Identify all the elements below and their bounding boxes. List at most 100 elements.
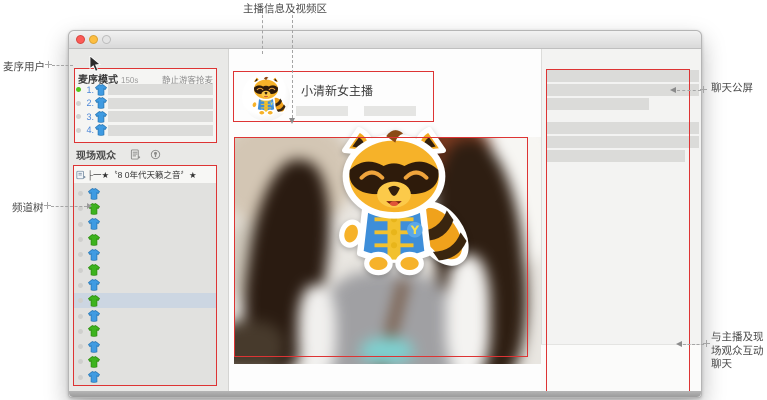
arrow-left-icon xyxy=(676,341,682,347)
channel-user-row[interactable] xyxy=(74,293,216,309)
channel-user-row[interactable] xyxy=(74,370,216,385)
leader-line xyxy=(52,65,73,66)
blue-shirt-user-icon xyxy=(88,187,100,200)
anchor-name: 小清新女主播 xyxy=(301,84,374,98)
status-dot xyxy=(78,221,83,227)
location-icon[interactable] xyxy=(150,149,161,160)
channel-user-row[interactable] xyxy=(74,201,216,216)
status-dot xyxy=(78,359,83,365)
zoom-button[interactable] xyxy=(102,35,111,44)
yy-raccoon-mascot xyxy=(309,127,479,283)
blue-shirt-user-icon xyxy=(88,340,100,353)
leader-line xyxy=(262,15,263,54)
channel-user-row[interactable] xyxy=(74,324,216,339)
green-shirt-user-icon xyxy=(88,355,100,368)
sidebar: 麦序模式 150s 静止游客抢麦 1. 2. 3. 4. 现场观众 ├一★〝8 … xyxy=(69,49,229,393)
yy-raccoon-avatar-icon xyxy=(245,76,287,118)
channel-user-row[interactable] xyxy=(74,232,216,247)
window-content: 麦序模式 150s 静止游客抢麦 1. 2. 3. 4. 现场观众 ├一★〝8 … xyxy=(69,49,701,393)
green-shirt-user-icon xyxy=(88,264,100,276)
username-placeholder xyxy=(108,111,213,123)
channel-tree-panel: ├一★〝8 0年代天籁之音〞★ xyxy=(73,165,217,386)
leader-line xyxy=(292,15,293,118)
close-button[interactable] xyxy=(76,35,85,44)
mic-queue-list: 1. 2. 3. 4. xyxy=(75,83,216,137)
blue-shirt-user-icon xyxy=(88,371,100,384)
channel-user-row[interactable] xyxy=(74,354,216,369)
leader-line xyxy=(51,206,87,207)
leader-tick xyxy=(703,340,710,347)
green-shirt-user-icon xyxy=(88,233,100,246)
leader-line xyxy=(677,90,701,91)
mouse-cursor-icon xyxy=(89,56,101,72)
channel-user-row[interactable] xyxy=(74,247,216,262)
mic-queue-row[interactable]: 3. xyxy=(75,110,216,124)
minimize-button[interactable] xyxy=(89,35,98,44)
channel-tree-header[interactable]: ├一★〝8 0年代天籁之音〞★ xyxy=(74,166,216,183)
chat-message-placeholder xyxy=(546,98,649,110)
chat-message-placeholder xyxy=(546,70,699,82)
mic-queue-row[interactable]: 2. xyxy=(75,97,216,111)
anchor-info-placeholder xyxy=(364,106,416,116)
leader-tick xyxy=(700,86,707,93)
chat-message-placeholder xyxy=(546,122,699,134)
leader-tick xyxy=(45,61,52,68)
channel-user-row[interactable] xyxy=(74,308,216,323)
channel-user-list xyxy=(74,186,216,385)
annotation-mic-users: 麦序用户 xyxy=(3,61,45,73)
username-placeholder xyxy=(108,124,213,136)
username-placeholder xyxy=(108,84,213,96)
blue-shirt-user-icon xyxy=(95,124,107,137)
window-bottom-edge xyxy=(69,391,701,397)
channel-user-row[interactable] xyxy=(74,278,216,293)
channel-icon xyxy=(76,170,86,179)
anchor-avatar xyxy=(242,73,290,121)
anchor-info-placeholder xyxy=(296,106,348,116)
mic-queue-row[interactable]: 1. xyxy=(75,83,216,97)
blue-shirt-user-icon xyxy=(88,310,100,322)
chat-message-placeholder xyxy=(546,150,685,162)
chat-message-placeholder xyxy=(546,136,699,148)
window-titlebar[interactable] xyxy=(69,31,701,49)
blue-shirt-user-icon xyxy=(88,218,100,231)
blue-shirt-user-icon xyxy=(95,110,107,123)
leader-tick xyxy=(44,202,51,209)
annotation-line: 聊天 xyxy=(711,358,732,370)
chat-input-area[interactable] xyxy=(541,344,701,393)
channel-user-row[interactable] xyxy=(74,217,216,232)
status-dot xyxy=(78,252,83,258)
channel-user-row[interactable] xyxy=(74,339,216,354)
annotation-chat-screen: 聊天公屏 xyxy=(711,82,753,94)
queue-number: 1. xyxy=(86,84,94,95)
blue-shirt-user-icon xyxy=(88,248,100,261)
annotation-line: 与主播及现 xyxy=(711,331,764,343)
annotated-screenshot-page: Y xyxy=(0,0,767,400)
queue-number: 3. xyxy=(86,111,94,122)
channel-user-row[interactable] xyxy=(74,186,216,201)
queue-number: 4. xyxy=(86,125,94,136)
status-dot xyxy=(78,267,83,273)
status-dot xyxy=(78,191,83,197)
status-dot xyxy=(78,374,83,380)
queue-number: 2. xyxy=(86,98,94,109)
leader-line xyxy=(683,344,704,345)
annotation-channel-tree: 频道树 xyxy=(12,202,44,214)
mic-queue-panel: 麦序模式 150s 静止游客抢麦 1. 2. 3. 4. xyxy=(74,68,217,143)
annotation-line: 场观众互动 xyxy=(711,344,764,357)
status-dot xyxy=(78,282,83,288)
blue-shirt-user-icon xyxy=(88,279,100,292)
arrow-left-icon xyxy=(670,87,676,93)
audience-label: 现场观众 xyxy=(76,151,116,162)
mic-queue-row[interactable]: 4. xyxy=(75,124,216,138)
annotation-video-area: 主播信息及视频区 xyxy=(243,3,327,15)
blue-shirt-user-icon xyxy=(95,83,107,96)
arrow-down-icon xyxy=(289,118,295,124)
annotation-interact-chat: 与主播及现 场观众互动 聊天 xyxy=(711,331,767,372)
channel-user-row[interactable] xyxy=(74,262,216,277)
status-dot xyxy=(78,298,83,304)
status-dot xyxy=(78,206,83,212)
green-shirt-user-icon xyxy=(88,325,100,338)
member-list-icon[interactable] xyxy=(130,149,141,160)
app-window: 麦序模式 150s 静止游客抢麦 1. 2. 3. 4. 现场观众 ├一★〝8 … xyxy=(68,30,702,398)
channel-name: ├一★〝8 0年代天籁之音〞★ xyxy=(87,169,197,180)
